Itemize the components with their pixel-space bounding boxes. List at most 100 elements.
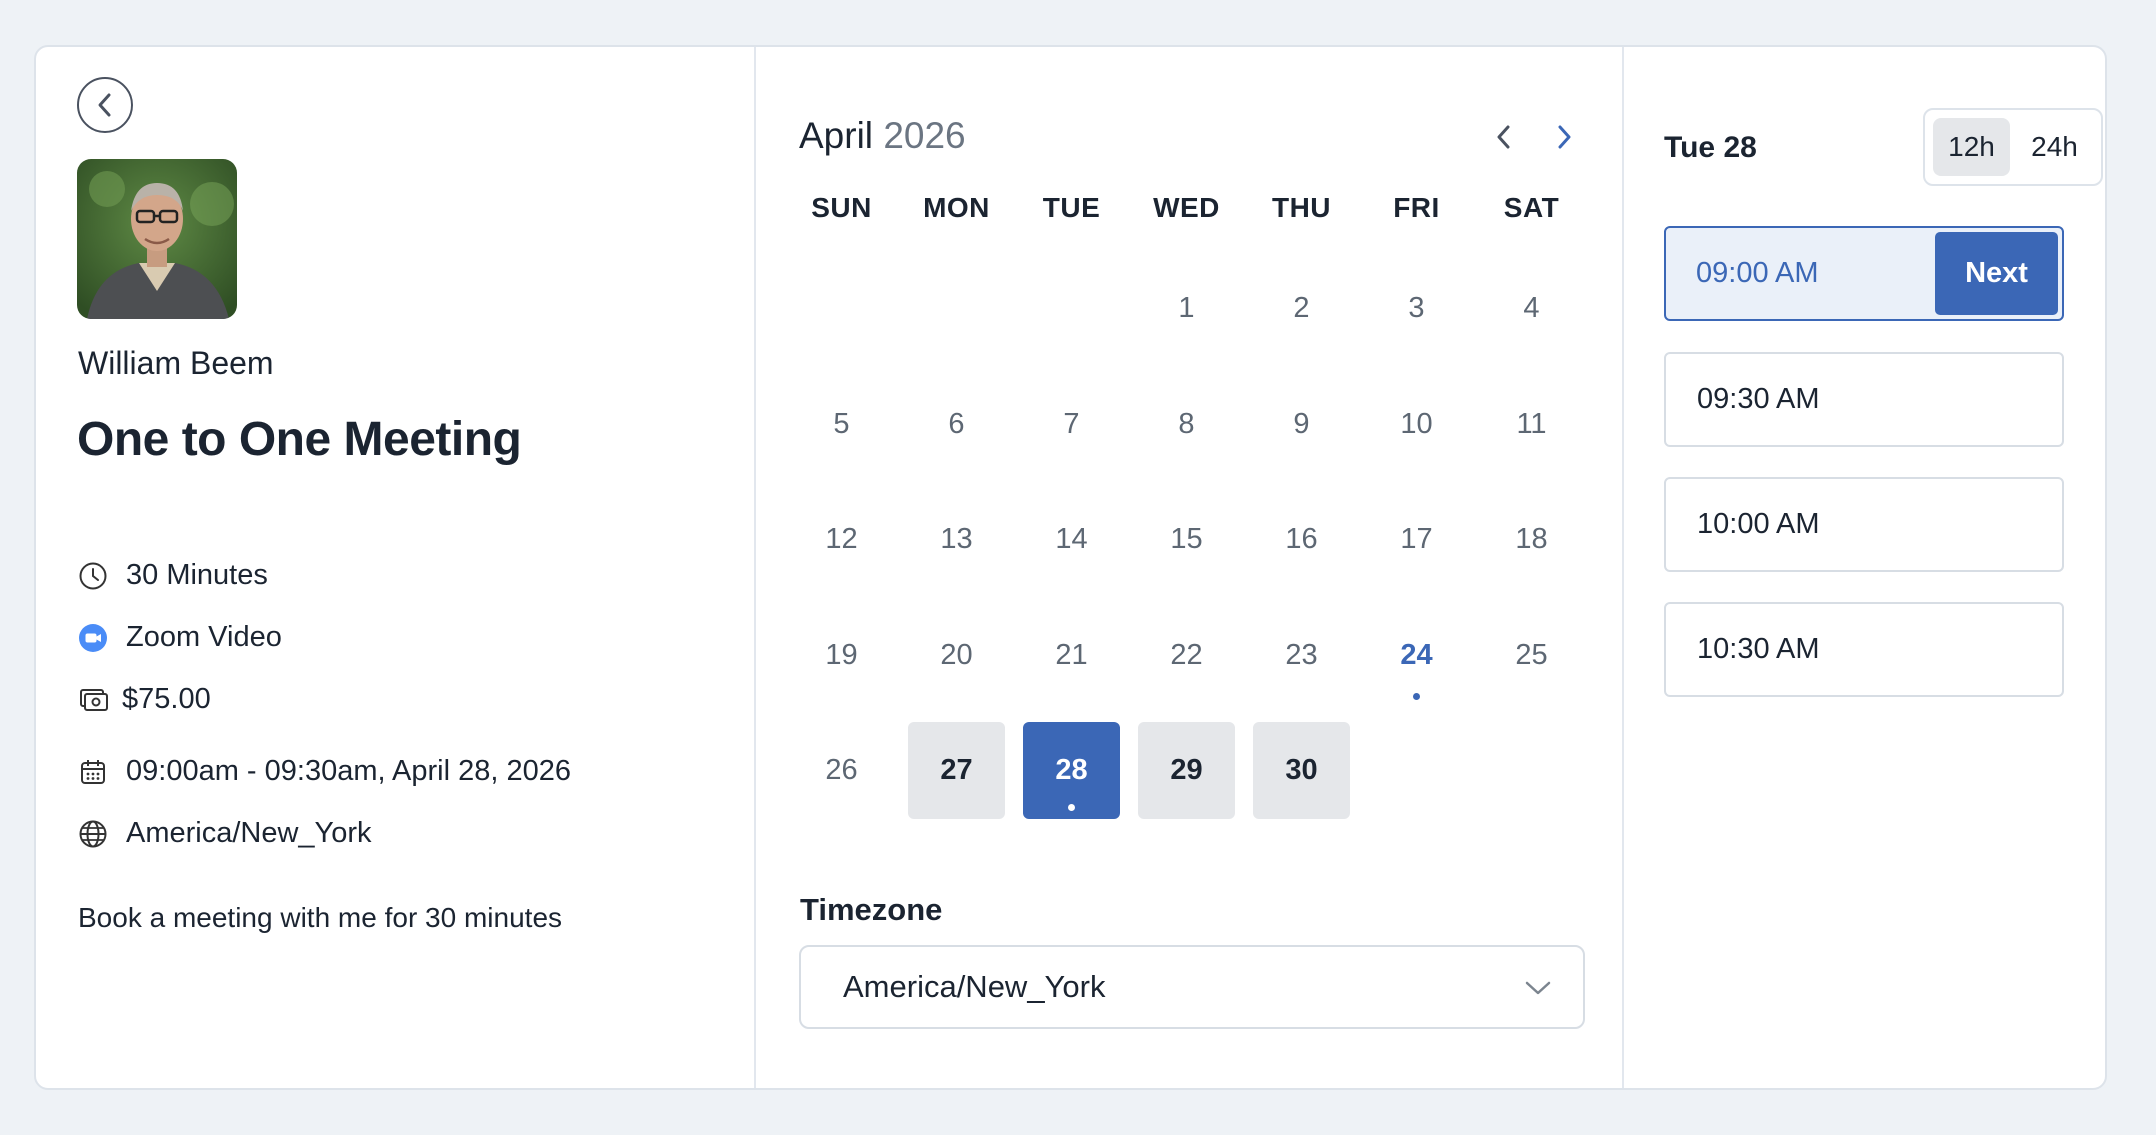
weekday-label: MON [923, 192, 990, 223]
calendar-day-number: 11 [1516, 407, 1547, 440]
calendar-day: 1 [1138, 260, 1235, 357]
calendar-day: 15 [1138, 491, 1235, 588]
time-slot[interactable]: 10:00 AM [1664, 477, 2064, 572]
booking-card: William Beem One to One Meeting 30 Minut… [34, 45, 2107, 1090]
host-name: William Beem [78, 345, 274, 381]
price-row: $75.00 [78, 683, 211, 716]
calendar-day-number: 25 [1515, 638, 1548, 671]
weekday-header-row: SUN MON TUE WED THU FRI SAT [784, 192, 1590, 224]
calendar-day: 23 [1253, 607, 1350, 704]
money-icon [78, 685, 108, 715]
calendar-day: 4 [1483, 260, 1580, 357]
calendar-day-number: 13 [940, 523, 973, 555]
datetime-row: 09:00am - 09:30am, April 28, 2026 [78, 755, 571, 788]
calendar-day: 8 [1138, 376, 1235, 473]
calendar-day-number: 24 [1400, 638, 1433, 671]
chevron-left-icon [1497, 125, 1510, 149]
chevron-right-icon [1558, 125, 1571, 149]
time-slot-selected[interactable]: 09:00 AM Next [1664, 226, 2064, 321]
calendar-day[interactable]: 27 [908, 722, 1005, 819]
next-month-button[interactable] [1544, 117, 1584, 157]
weekday-label: TUE [1042, 192, 1101, 223]
calendar-day: 16 [1253, 491, 1350, 588]
chevron-left-icon [98, 93, 111, 117]
day-indicator-dot [1068, 804, 1075, 811]
calendar-day: 19 [793, 607, 890, 704]
format-12h-option[interactable]: 12h [1933, 118, 2010, 176]
calendar-day: 17 [1368, 491, 1465, 588]
calendar-day-number: 4 [1523, 292, 1540, 324]
calendar-day: 5 [793, 376, 890, 473]
calendar-day-number: 21 [1055, 638, 1088, 671]
calendar-day-number: 22 [1170, 638, 1203, 671]
event-details-panel: William Beem One to One Meeting 30 Minut… [36, 47, 756, 1088]
time-slot[interactable]: 09:30 AM [1664, 352, 2064, 447]
weekday-label: FRI [1393, 192, 1440, 223]
calendar-day[interactable]: 30 [1253, 722, 1350, 819]
calendar-day: 22 [1138, 607, 1235, 704]
calendar-day-number: 30 [1285, 754, 1318, 786]
location-row: Zoom Video [78, 621, 282, 654]
host-avatar [77, 159, 237, 319]
timezone-label: Timezone [800, 892, 943, 927]
datetime-text: 09:00am - 09:30am, April 28, 2026 [126, 755, 571, 787]
calendar-day: 12 [793, 491, 890, 588]
calendar-day-number: 5 [833, 407, 850, 440]
duration-row: 30 Minutes [78, 559, 268, 592]
calendar-day-number: 3 [1408, 292, 1425, 324]
calendar-day: 10 [1368, 376, 1465, 473]
timezone-text: America/New_York [126, 817, 372, 849]
weekday-label: WED [1153, 192, 1220, 223]
calendar-day: 11 [1483, 376, 1580, 473]
calendar-day-number: 14 [1055, 523, 1088, 555]
calendar-day-number: 8 [1178, 407, 1195, 440]
time-slot-label: 09:30 AM [1697, 383, 1820, 415]
calendar-day: 7 [1023, 376, 1120, 473]
calendar-day: 20 [908, 607, 1005, 704]
calendar-day: 9 [1253, 376, 1350, 473]
calendar-day: 25 [1483, 607, 1580, 704]
calendar-day[interactable]: 29 [1138, 722, 1235, 819]
previous-month-button[interactable] [1484, 117, 1524, 157]
timezone-row: America/New_York [78, 817, 372, 850]
format-24h-option[interactable]: 24h [2016, 118, 2093, 176]
calendar-day-today: 24 [1368, 607, 1465, 704]
calendar-day-number: 16 [1285, 523, 1318, 555]
calendar-day-number: 17 [1400, 523, 1433, 555]
time-slot-label: 10:30 AM [1697, 633, 1820, 665]
calendar-day: 6 [908, 376, 1005, 473]
calendar-panel: April 2026 SUN MON TUE WED THU FRI SAT 1234567… [756, 47, 1624, 1088]
timezone-select[interactable]: America/New_York [799, 945, 1585, 1029]
calendar-day-selected[interactable]: 28 [1023, 722, 1120, 819]
time-slot[interactable]: 10:30 AM [1664, 602, 2064, 697]
calendar-day: 3 [1368, 260, 1465, 357]
weekday-label: THU [1271, 192, 1332, 223]
calendar-day-number: 29 [1170, 754, 1203, 786]
selected-day-label: Tue 28 [1664, 131, 1757, 164]
time-format-toggle: 12h 24h [1923, 108, 2103, 186]
event-description: Book a meeting with me for 30 minutes [78, 902, 563, 933]
calendar-day-number: 9 [1293, 407, 1310, 440]
calendar-day-number: 10 [1400, 407, 1433, 440]
calendar-day: 18 [1483, 491, 1580, 588]
time-slot-label: 09:00 AM [1696, 257, 1819, 289]
calendar-day: 26 [793, 722, 890, 819]
calendar-day: 14 [1023, 491, 1120, 588]
back-button[interactable] [77, 77, 133, 133]
calendar-day-number: 26 [825, 754, 858, 786]
price-text: $75.00 [122, 683, 211, 715]
next-button[interactable]: Next [1935, 232, 2058, 315]
calendar-day: 21 [1023, 607, 1120, 704]
calendar-day-number: 19 [825, 638, 858, 671]
calendar-day: 2 [1253, 260, 1350, 357]
location-text: Zoom Video [126, 621, 282, 653]
calendar-day-number: 6 [948, 407, 965, 440]
calendar-icon [78, 757, 108, 787]
calendar-day-number: 28 [1055, 754, 1088, 786]
weekday-label: SAT [1503, 192, 1560, 223]
calendar-day-number: 1 [1178, 292, 1195, 324]
month-year-label: April 2026 [799, 115, 966, 157]
day-indicator-dot [1413, 692, 1420, 700]
event-title: One to One Meeting [77, 413, 522, 466]
calendar-day-number: 18 [1515, 523, 1548, 555]
